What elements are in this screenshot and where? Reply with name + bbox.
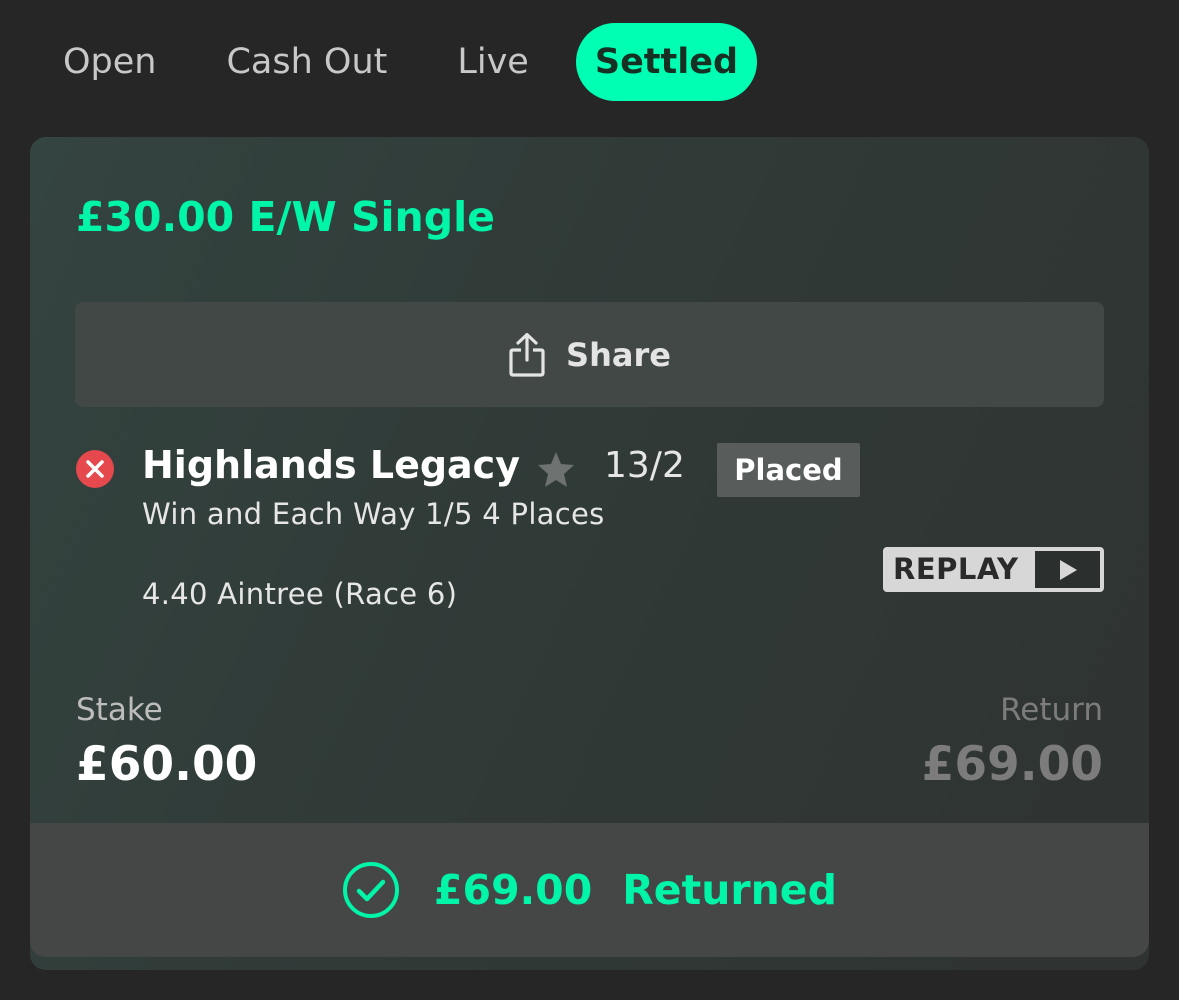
share-button[interactable]: Share — [75, 302, 1104, 407]
bet-tabs: Open Cash Out Live Settled — [40, 22, 781, 102]
returned-text: Returned — [622, 866, 837, 914]
x-circle-icon — [76, 450, 114, 488]
share-label: Share — [566, 335, 671, 374]
settled-bets-screen: Open Cash Out Live Settled £30.00 E/W Si… — [0, 0, 1179, 1000]
return-value: £69.00 — [921, 737, 1103, 792]
star-icon[interactable] — [536, 449, 576, 489]
selection-odds: 13/2 — [604, 445, 685, 486]
result-badge: Placed — [717, 443, 860, 497]
share-icon — [509, 332, 545, 377]
tab-cash-out[interactable]: Cash Out — [203, 23, 410, 101]
returned-bar: £69.00 Returned — [30, 823, 1149, 957]
check-circle-icon — [343, 862, 400, 918]
selection-name: Highlands Legacy — [142, 443, 520, 487]
market-description: Win and Each Way 1/5 4 Places — [142, 497, 605, 531]
tab-open[interactable]: Open — [40, 23, 179, 101]
play-icon — [1035, 551, 1100, 588]
replay-button[interactable]: REPLAY — [883, 547, 1104, 592]
bet-card: £30.00 E/W Single Share Highlands Legacy… — [30, 137, 1149, 970]
tab-live[interactable]: Live — [434, 23, 551, 101]
returned-amount: £69.00 — [434, 866, 593, 914]
return-label: Return — [1000, 692, 1103, 728]
stake-label: Stake — [76, 692, 163, 728]
stake-value: £60.00 — [76, 737, 258, 792]
tab-settled[interactable]: Settled — [575, 23, 758, 101]
replay-label: REPLAY — [893, 552, 1019, 586]
event-name: 4.40 Aintree (Race 6) — [142, 577, 458, 611]
bet-title: £30.00 E/W Single — [76, 193, 495, 241]
